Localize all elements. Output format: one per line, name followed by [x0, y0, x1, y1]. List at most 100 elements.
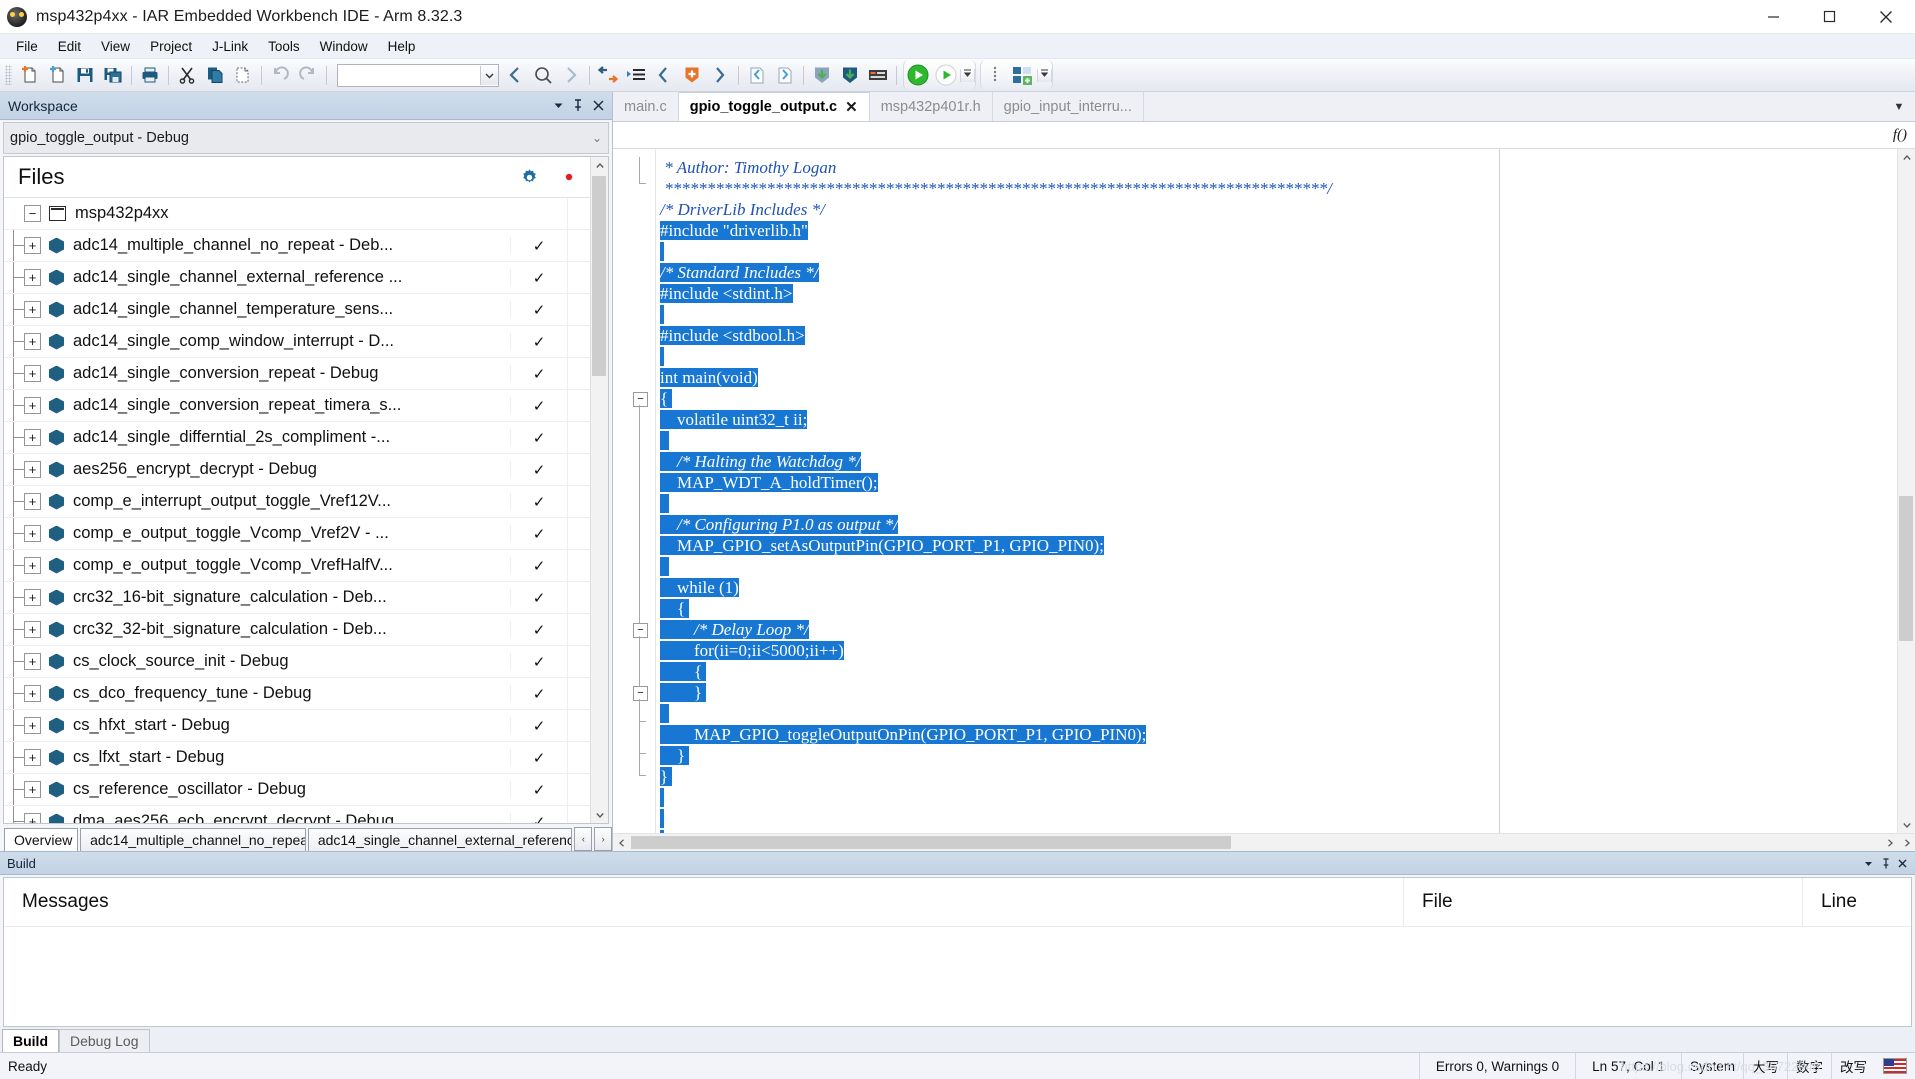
tree-row[interactable]: +comp_e_output_toggle_Vcomp_Vref2V - ...… — [4, 518, 608, 550]
project-file-tree[interactable]: − msp432p4xx +adc14_multiple_channel_no_… — [4, 198, 608, 823]
editor-vertical-scrollbar[interactable] — [1897, 149, 1915, 833]
code-folding-gutter[interactable]: − − − — [613, 149, 656, 833]
tree-expander[interactable]: + — [24, 333, 41, 350]
scrollbar-thumb[interactable] — [1899, 496, 1913, 641]
chevron-down-icon[interactable]: ⌄ — [592, 131, 602, 145]
status-ime-overwrite[interactable]: 改写 — [1831, 1053, 1875, 1079]
build-tab-debug-log[interactable]: Debug Log — [59, 1029, 150, 1052]
build-messages-table[interactable]: Messages File Line — [3, 877, 1912, 1027]
fold-toggle-for[interactable]: − — [633, 686, 648, 701]
scroll-right-icon[interactable] — [1881, 834, 1898, 851]
editor-tab-gpio-input-interrupt[interactable]: gpio_input_interru... — [993, 92, 1144, 121]
editor-tablist-dropdown-icon[interactable]: ▼ — [1889, 101, 1909, 113]
undo-icon[interactable] — [267, 62, 293, 88]
quick-search-combo[interactable] — [337, 64, 499, 87]
scrollbar-track[interactable] — [1898, 166, 1915, 816]
new-workspace-icon[interactable] — [44, 62, 70, 88]
scroll-extra-icon[interactable] — [1898, 834, 1915, 851]
tree-row[interactable]: +cs_dco_frequency_tune - Debug✓ — [4, 678, 608, 710]
tree-row[interactable]: +comp_e_interrupt_output_toggle_Vref12V.… — [4, 486, 608, 518]
menu-jlink[interactable]: J-Link — [202, 37, 258, 56]
tree-row[interactable]: +cs_reference_oscillator - Debug✓ — [4, 774, 608, 806]
fold-toggle-main[interactable]: − — [633, 392, 648, 407]
editor-horizontal-scrollbar[interactable] — [613, 833, 1915, 851]
workspace-tabs-prev-icon[interactable]: ‹ — [574, 827, 592, 851]
tree-expander[interactable]: + — [24, 653, 41, 670]
tree-expander[interactable]: + — [24, 621, 41, 638]
scrollbar-thumb[interactable] — [592, 176, 606, 376]
tree-row-root[interactable]: − msp432p4xx — [4, 198, 608, 230]
download-and-debug-icon[interactable] — [837, 62, 863, 88]
save-icon[interactable] — [72, 62, 98, 88]
scroll-down-icon[interactable] — [591, 806, 608, 823]
menu-tools[interactable]: Tools — [258, 37, 310, 56]
status-ime-number[interactable]: 数字 — [1787, 1053, 1831, 1079]
tree-expander[interactable]: + — [24, 525, 41, 542]
save-all-icon[interactable] — [100, 62, 126, 88]
tree-expander[interactable]: + — [24, 557, 41, 574]
editor-tab-msp432p401r-h[interactable]: msp432p401r.h — [870, 92, 993, 121]
tree-row[interactable]: +comp_e_output_toggle_Vcomp_VrefHalfV...… — [4, 550, 608, 582]
workspace-tab-1[interactable]: adc14_multiple_channel_no_repeat — [80, 828, 306, 851]
menu-project[interactable]: Project — [140, 37, 202, 56]
scrollbar-thumb[interactable] — [631, 836, 1231, 849]
tree-row[interactable]: +adc14_single_differntial_2s_compliment … — [4, 422, 608, 454]
workspace-close-icon[interactable] — [588, 96, 608, 116]
workspace-tree-scrollbar[interactable] — [590, 157, 608, 823]
close-button[interactable] — [1857, 0, 1915, 33]
menu-help[interactable]: Help — [378, 37, 426, 56]
scroll-up-icon[interactable] — [1898, 149, 1915, 166]
build-table-rows[interactable] — [4, 927, 1911, 1026]
toolbar-grip[interactable] — [5, 65, 12, 85]
workspace-manager-icon[interactable] — [1010, 62, 1036, 88]
close-icon[interactable]: ✕ — [845, 98, 858, 116]
tree-expander[interactable]: + — [24, 461, 41, 478]
print-icon[interactable] — [137, 62, 163, 88]
navigate-backward-icon[interactable] — [502, 62, 528, 88]
tree-expander[interactable]: + — [24, 749, 41, 766]
next-bookmark-icon[interactable] — [707, 62, 733, 88]
tree-row[interactable]: +cs_lfxt_start - Debug✓ — [4, 742, 608, 774]
tree-expander[interactable]: + — [24, 237, 41, 254]
status-ime-system[interactable]: System — [1681, 1053, 1743, 1079]
editor-tab-gpio-toggle-output-c[interactable]: gpio_toggle_output.c ✕ — [679, 92, 870, 121]
us-flag-icon[interactable] — [1883, 1058, 1907, 1074]
go-to-definition-icon[interactable] — [595, 62, 621, 88]
menu-window[interactable]: Window — [310, 37, 378, 56]
build-close-icon[interactable] — [1894, 854, 1911, 872]
tree-row[interactable]: +adc14_multiple_channel_no_repeat - Deb.… — [4, 230, 608, 262]
menu-view[interactable]: View — [91, 37, 140, 56]
tree-expander[interactable]: + — [24, 429, 41, 446]
copy-icon[interactable] — [202, 62, 228, 88]
chevron-down-icon[interactable] — [480, 66, 498, 85]
tree-row[interactable]: +adc14_single_channel_temperature_sens..… — [4, 294, 608, 326]
scrollbar-track[interactable] — [591, 174, 608, 806]
menu-file[interactable]: File — [6, 37, 48, 56]
previous-bookmark-icon[interactable] — [651, 62, 677, 88]
fold-toggle-while[interactable]: − — [633, 623, 648, 638]
run-icon[interactable] — [905, 62, 931, 88]
tree-row[interactable]: +adc14_single_conversion_repeat_timera_s… — [4, 390, 608, 422]
tree-expander[interactable]: + — [24, 397, 41, 414]
tree-expander[interactable]: + — [24, 365, 41, 382]
tree-row[interactable]: +adc14_single_comp_window_interrupt - D.… — [4, 326, 608, 358]
tree-expander[interactable]: + — [24, 301, 41, 318]
menu-edit[interactable]: Edit — [48, 37, 91, 56]
tree-row[interactable]: +cs_clock_source_init - Debug✓ — [4, 646, 608, 678]
build-pin-icon[interactable] — [1877, 854, 1894, 872]
start-debug-icon[interactable] — [933, 62, 959, 88]
tree-row[interactable]: +dma_aes256_ecb_encrypt_decrypt - Debug✓ — [4, 806, 608, 823]
workspace-menu-icon[interactable] — [548, 96, 568, 116]
workspace-options-icon[interactable] — [982, 62, 1008, 88]
tree-row[interactable]: +adc14_single_channel_external_reference… — [4, 262, 608, 294]
tree-expander-root[interactable]: − — [24, 205, 41, 222]
navigate-forward-icon[interactable] — [558, 62, 584, 88]
tree-expander[interactable]: + — [24, 589, 41, 606]
workspace-dropdown-icon[interactable] — [1037, 69, 1052, 82]
tree-expander[interactable]: + — [24, 781, 41, 798]
record-icon[interactable] — [549, 171, 589, 183]
tree-expander[interactable]: + — [24, 493, 41, 510]
code-editor[interactable]: * Author: Timothy Logan ****************… — [656, 149, 1897, 833]
tree-row[interactable]: +adc14_single_conversion_repeat - Debug✓ — [4, 358, 608, 390]
toggle-bookmark-icon[interactable] — [679, 62, 705, 88]
